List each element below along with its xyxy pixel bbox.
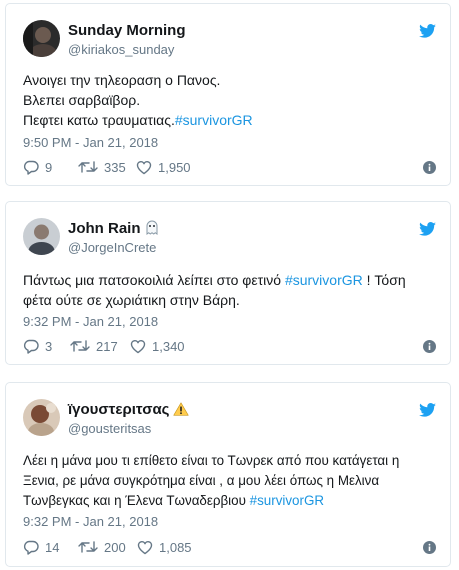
tweet-line: Ανοιγει την τηλεοραση ο Πανος. [23, 72, 221, 88]
tweet-text: Πάντως μια πατσοκοιλιά λείπει στο φετινό… [23, 270, 406, 310]
author-name-text: John Rain [68, 220, 141, 237]
tweet-line: Τωνβεγκας και η Έλενα Τωναδερβιου #survi… [23, 491, 399, 511]
reply-count: 9 [45, 159, 53, 175]
retweet-icon [78, 541, 98, 553]
author-name[interactable]: Sunday Morning [68, 22, 186, 39]
like-icon [130, 339, 146, 353]
tweet-line: φέτα ούτε σε χωριάτικη στην Βάρη. [23, 292, 240, 308]
twitter-bird-icon[interactable] [419, 403, 436, 417]
warning-emoji-icon [173, 402, 190, 416]
info-icon[interactable] [423, 161, 436, 174]
ghost-emoji-icon [146, 220, 158, 235]
tweet-line-text: Τωνβεγκας και η Έλενα Τωναδερβιου [23, 493, 250, 508]
retweet-button[interactable]: 217 [70, 336, 118, 356]
retweet-button[interactable]: 335 [78, 157, 126, 177]
tweet-line: Λέει η μάνα μου τι επίθετο είναι το Τωνρ… [23, 453, 400, 468]
tweet-card[interactable]: Sunday Morning @kiriakos_sunday Ανοιγει … [5, 3, 451, 186]
avatar[interactable] [23, 399, 60, 436]
info-icon[interactable] [423, 541, 436, 554]
timestamp[interactable]: 9:32 PM - Jan 21, 2018 [23, 514, 158, 529]
tweet-line-text: Πάντως μια πατσοκοιλιά λείπει στο φετινό [23, 272, 285, 288]
author-name[interactable]: ïγουστεριτσας [68, 401, 190, 418]
like-icon [137, 540, 153, 554]
reply-icon [23, 160, 39, 175]
twitter-bird-icon[interactable] [419, 24, 436, 38]
retweet-count: 217 [96, 338, 118, 354]
retweet-button[interactable]: 200 [78, 537, 126, 557]
like-count: 1,340 [152, 338, 185, 354]
author-name-text: ïγουστεριτσας [68, 401, 170, 418]
timestamp[interactable]: 9:32 PM - Jan 21, 2018 [23, 314, 158, 329]
author-handle[interactable]: @JorgeInCrete [68, 240, 156, 255]
info-icon[interactable] [423, 340, 436, 353]
tweet-actions: 14 200 1,085 [23, 537, 323, 557]
reply-button[interactable]: 14 [23, 537, 59, 557]
hashtag-link[interactable]: #survivorGR [250, 493, 324, 508]
tweet-text: Λέει η μάνα μου τι επίθετο είναι το Τωνρ… [23, 451, 399, 511]
reply-icon [23, 339, 39, 354]
twitter-bird-icon[interactable] [419, 222, 436, 236]
retweet-icon [70, 340, 90, 352]
tweet-actions: 9 335 1,950 [23, 157, 323, 177]
reply-button[interactable]: 3 [23, 336, 52, 356]
reply-icon [23, 540, 39, 555]
avatar[interactable] [23, 218, 60, 255]
hashtag-link[interactable]: #survivorGR [175, 112, 253, 128]
retweet-count: 200 [104, 539, 126, 555]
tweet-line: Πεφτει κατω τραυματιας.#survivorGR [23, 110, 253, 130]
hashtag-link[interactable]: #survivorGR [285, 272, 363, 288]
avatar[interactable] [23, 20, 60, 57]
tweet-actions: 3 217 1,340 [23, 336, 323, 356]
tweet-line-text: ! Τόση [362, 272, 406, 288]
author-name[interactable]: John Rain [68, 220, 159, 237]
like-count: 1,950 [158, 159, 191, 175]
tweet-line: Βλεπει σαρβαϊβορ. [23, 92, 141, 108]
tweet-text: Ανοιγει την τηλεοραση ο Πανος. Βλεπει σα… [23, 70, 253, 130]
timestamp[interactable]: 9:50 PM - Jan 21, 2018 [23, 135, 158, 150]
reply-button[interactable]: 9 [23, 157, 52, 177]
like-icon [136, 160, 152, 174]
reply-count: 3 [45, 338, 53, 354]
like-count: 1,085 [159, 539, 192, 555]
tweet-line-text: Πεφτει κατω τραυματιας. [23, 112, 175, 128]
like-button[interactable]: 1,340 [130, 336, 185, 356]
tweet-card[interactable]: John Rain @JorgeInCrete Πάντως μια πατσο… [5, 201, 451, 365]
author-handle[interactable]: @gousteritsas [68, 421, 151, 436]
retweet-icon [78, 161, 98, 173]
tweet-line: Πάντως μια πατσοκοιλιά λείπει στο φετινό… [23, 270, 406, 290]
retweet-count: 335 [104, 159, 126, 175]
tweet-card[interactable]: ïγουστεριτσας @gousteritsas Λέει η μάνα … [5, 382, 451, 567]
tweet-line: Ξενια, ρε μάνα συγκρότημα είναι , α μου … [23, 473, 380, 488]
author-handle[interactable]: @kiriakos_sunday [68, 42, 174, 57]
like-button[interactable]: 1,950 [136, 157, 191, 177]
like-button[interactable]: 1,085 [137, 537, 192, 557]
reply-count: 14 [45, 539, 60, 555]
